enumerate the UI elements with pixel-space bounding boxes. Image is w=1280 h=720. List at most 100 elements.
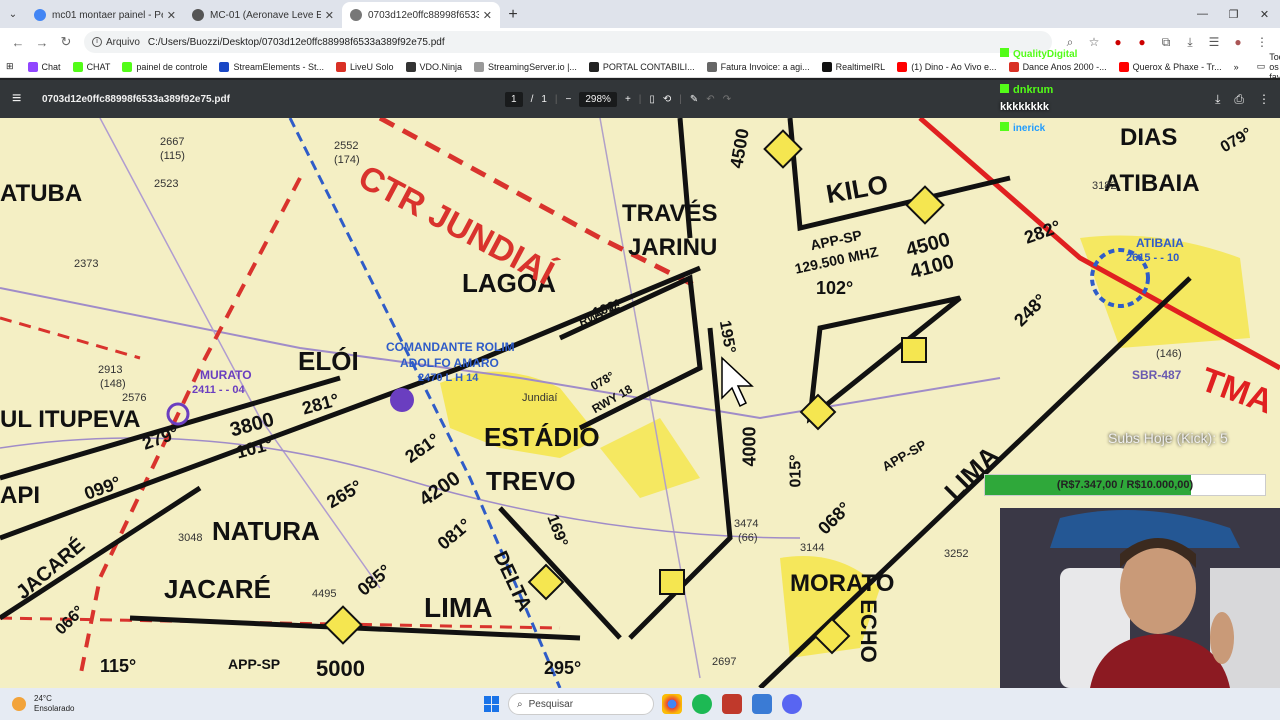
taskbar-search[interactable]: ⌕ Pesquisar bbox=[508, 693, 654, 715]
browser-tab-1[interactable]: MC-01 (Aeronave Leve Esportiv ✕ bbox=[184, 2, 342, 28]
menu-dots-icon[interactable]: ⋮ bbox=[1250, 30, 1274, 54]
folder-icon: ▭ bbox=[1256, 61, 1266, 71]
app-icon[interactable] bbox=[722, 694, 742, 714]
kick-badge-icon bbox=[1000, 48, 1009, 57]
file-chip[interactable]: i Arquivo bbox=[92, 37, 140, 48]
maximize-button[interactable]: ❐ bbox=[1218, 0, 1249, 28]
notepad-icon[interactable] bbox=[752, 694, 772, 714]
bookmark-2[interactable]: painel de controle bbox=[122, 61, 207, 72]
rotate-icon[interactable]: ⟲ bbox=[663, 94, 671, 105]
bookmark-1[interactable]: CHAT bbox=[72, 61, 111, 72]
label-sbr: SBR-487 bbox=[1132, 368, 1182, 382]
puzzle-icon[interactable]: ⧉ bbox=[1154, 30, 1178, 54]
label-echo: ECHO bbox=[855, 599, 881, 663]
print-icon[interactable]: ⎙ bbox=[1234, 92, 1244, 107]
divider: | bbox=[638, 93, 642, 105]
chat-message: dnkrum bbox=[1000, 84, 1053, 96]
download-icon[interactable]: ⤓ bbox=[1178, 30, 1202, 54]
tab-search-button[interactable]: ⌄ bbox=[0, 0, 26, 28]
browser-tab-0[interactable]: mc01 montaer painel - Pesquis ✕ bbox=[26, 2, 184, 28]
zoom-out-button[interactable]: − bbox=[566, 94, 572, 105]
kick-badge-icon bbox=[1000, 84, 1009, 93]
annotate-icon[interactable]: ✎ bbox=[690, 94, 698, 105]
undo-icon[interactable]: ↶ bbox=[706, 94, 714, 105]
tab-title: MC-01 (Aeronave Leve Esportiv bbox=[210, 9, 321, 21]
elev-2697: 2697 bbox=[712, 656, 737, 668]
reading-list-icon[interactable]: ☰ bbox=[1202, 30, 1226, 54]
pdf-filename: 0703d12e0ffc88998f6533a389f92e75.pdf bbox=[42, 93, 230, 105]
star-icon[interactable]: ☆ bbox=[1082, 30, 1106, 54]
page-separator: / bbox=[530, 93, 534, 105]
back-arrow-icon[interactable]: ← bbox=[6, 30, 30, 54]
globe-icon bbox=[706, 61, 717, 72]
fit-page-icon[interactable]: ▯ bbox=[649, 94, 655, 105]
chat-username: inerick bbox=[1013, 123, 1046, 134]
close-tab-icon[interactable]: ✕ bbox=[483, 9, 492, 22]
zoom-level-input[interactable]: 298% bbox=[579, 91, 617, 107]
avatar[interactable]: ● bbox=[1226, 30, 1250, 54]
divider: | bbox=[679, 93, 682, 105]
elev-2576: 2576 bbox=[122, 392, 147, 404]
file-chip-label: Arquivo bbox=[106, 36, 140, 48]
discord-icon[interactable] bbox=[782, 694, 802, 714]
elev-2913: 2913 bbox=[98, 364, 123, 376]
bookmark-9[interactable]: RealtimeIRL bbox=[821, 61, 886, 72]
bookmark-7[interactable]: PORTAL CONTABILI... bbox=[588, 61, 695, 72]
close-tab-icon[interactable]: ✕ bbox=[325, 9, 334, 22]
music-icon bbox=[1008, 61, 1019, 72]
bookmark-8[interactable]: Fatura Invoice: a agi... bbox=[706, 61, 810, 72]
bookmark-10[interactable]: (1) Dino - Ao Vivo e... bbox=[897, 61, 997, 72]
extension-icon[interactable]: ● bbox=[1106, 30, 1130, 54]
bookmark-label: CHAT bbox=[86, 61, 111, 72]
elev-2667: 2667 bbox=[160, 136, 185, 148]
webcam-feed bbox=[1000, 508, 1280, 688]
liveu-icon bbox=[336, 61, 346, 72]
label-dias: DIAS bbox=[1120, 124, 1178, 151]
more-options-icon[interactable]: ⋮ bbox=[1258, 92, 1270, 106]
bookmark-4[interactable]: LiveU Solo bbox=[336, 61, 394, 72]
all-bookmarks-label[interactable]: Todos os favoritos bbox=[1269, 52, 1280, 82]
page-total: 1 bbox=[541, 93, 547, 105]
bookmark-label: RealtimeIRL bbox=[835, 61, 886, 72]
weather-widget[interactable]: 24°C Ensolarado bbox=[12, 694, 74, 714]
bookmarks-more[interactable]: » ▭ Todos os favoritos bbox=[1234, 52, 1280, 82]
apps-grid-icon[interactable]: ⊞ bbox=[6, 61, 14, 72]
reload-icon[interactable]: ↻ bbox=[54, 30, 78, 54]
windows-start-icon[interactable] bbox=[484, 696, 500, 712]
close-window-button[interactable]: ✕ bbox=[1249, 0, 1280, 28]
spotify-icon[interactable] bbox=[692, 694, 712, 714]
extension-icon-2[interactable]: ● bbox=[1130, 30, 1154, 54]
download-icon[interactable]: ⤓ bbox=[1215, 92, 1220, 107]
redo-icon[interactable]: ↷ bbox=[723, 94, 731, 105]
bookmark-6[interactable]: StreamingServer.io |... bbox=[474, 61, 577, 72]
heading-015: 015° bbox=[787, 454, 805, 488]
minimize-button[interactable]: — bbox=[1187, 0, 1218, 28]
forward-arrow-icon[interactable]: → bbox=[30, 30, 54, 54]
hamburger-menu-icon[interactable]: ≡ bbox=[12, 90, 32, 108]
twitch-icon bbox=[27, 61, 38, 72]
label-murato-info: 2411 - - 04 bbox=[192, 384, 245, 396]
address-bar[interactable]: i Arquivo C:/Users/Buozzi/Desktop/0703d12… bbox=[84, 31, 1052, 53]
bookmark-12[interactable]: Querox & Phaxe - Tr... bbox=[1118, 61, 1222, 72]
taskbar-apps bbox=[662, 694, 802, 714]
elev-3182: 3182 bbox=[1092, 180, 1117, 192]
pdf-toolbar: ≡ 0703d12e0ffc88998f6533a389f92e75.pdf 1… bbox=[0, 80, 1280, 118]
bookmark-11[interactable]: Dance Anos 2000 -... bbox=[1008, 61, 1107, 72]
heading-115: 115° bbox=[100, 656, 137, 676]
elev-174: (174) bbox=[334, 154, 360, 166]
label-comandante: COMANDANTE ROLIM bbox=[386, 340, 515, 354]
chrome-icon[interactable] bbox=[662, 694, 682, 714]
new-tab-button[interactable]: + bbox=[500, 2, 526, 28]
browser-tab-2-active[interactable]: 0703d12e0ffc88998f6533a389f ✕ bbox=[342, 2, 500, 28]
kick-icon bbox=[122, 61, 133, 72]
bookmark-5[interactable]: VDO.Ninja bbox=[405, 61, 462, 72]
label-atibaia: ATIBAIA bbox=[1104, 170, 1200, 197]
bookmark-0[interactable]: Chat bbox=[27, 61, 61, 72]
page-input[interactable]: 1 bbox=[505, 91, 523, 107]
zoom-in-button[interactable]: + bbox=[625, 94, 631, 105]
chevron-right-icon[interactable]: » bbox=[1234, 62, 1239, 72]
bookmark-3[interactable]: StreamElements - St... bbox=[219, 61, 324, 72]
google-icon bbox=[34, 9, 46, 21]
close-tab-icon[interactable]: ✕ bbox=[167, 9, 176, 22]
url-text: C:/Users/Buozzi/Desktop/0703d12e0ffc8899… bbox=[147, 36, 445, 48]
